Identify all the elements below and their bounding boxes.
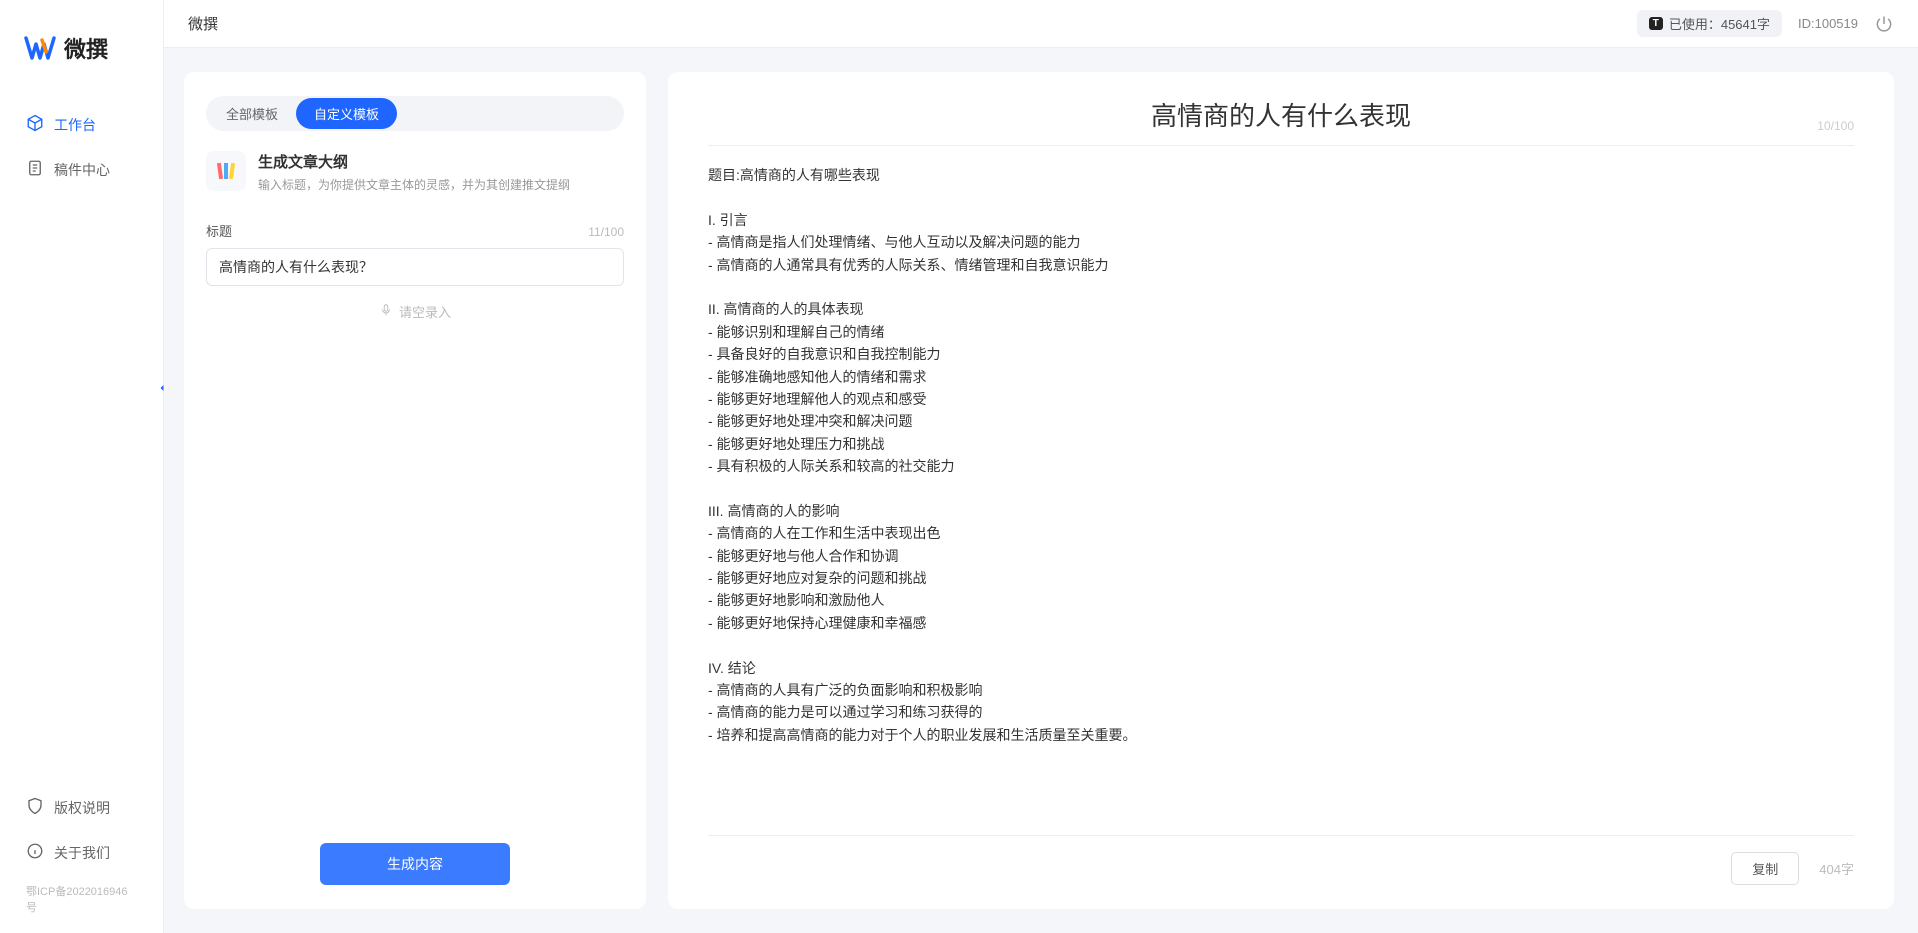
template-tabs: 全部模板 自定义模板 [206,96,624,131]
nav-item-workspace[interactable]: 工作台 [16,104,147,145]
user-id: ID:100519 [1798,16,1858,31]
nav-item-label: 工作台 [54,115,96,135]
mic-icon [379,303,393,320]
title-field-label: 标题 [206,221,232,240]
sidebar-collapse-handle[interactable] [154,376,170,400]
nav-item-about[interactable]: 关于我们 [16,832,147,873]
nav-item-drafts[interactable]: 稿件中心 [16,149,147,190]
doc-body[interactable]: 题目:高情商的人有哪些表现 I. 引言 - 高情商是指人们处理情绪、与他人互动以… [708,164,1854,819]
nav-item-label: 版权说明 [54,798,110,818]
nav-item-label: 关于我们 [54,843,110,863]
content: 全部模板 自定义模板 生成文章大纲 输入标题，为你提供文章主体的灵感，并为其创建… [164,48,1918,933]
sidebar: 微撰 工作台 稿件中心 版权说明 关于我们 鄂ICP备2022016946号 [0,0,164,933]
info-icon [26,842,44,863]
logo-text: 微撰 [64,32,108,64]
template-card: 生成文章大纲 输入标题，为你提供文章主体的灵感，并为其创建推文提纲 [206,151,624,193]
usage-label: 已使用：45641字 [1669,14,1770,33]
nav-item-copyright[interactable]: 版权说明 [16,787,147,828]
icp-text: 鄂ICP备2022016946号 [16,877,147,921]
logo: 微撰 [0,0,163,104]
doc-title-count: 10/100 [1817,119,1854,133]
tab-custom-templates[interactable]: 自定义模板 [296,98,397,129]
sidebar-bottom: 版权说明 关于我们 鄂ICP备2022016946号 [0,787,163,933]
copy-button[interactable]: 复制 [1731,852,1799,885]
doc-word-count: 404字 [1819,859,1854,878]
main: 微撰 T 已使用：45641字 ID:100519 全部模板 自定义模板 [164,0,1918,933]
tab-all-templates[interactable]: 全部模板 [208,98,296,129]
doc-icon [26,159,44,180]
generate-button[interactable]: 生成内容 [320,843,510,885]
nav: 工作台 稿件中心 [0,104,163,787]
template-desc: 输入标题，为你提供文章主体的灵感，并为其创建推文提纲 [258,176,570,193]
doc-title[interactable]: 高情商的人有什么表现 [708,96,1854,133]
right-panel: 高情商的人有什么表现 10/100 题目:高情商的人有哪些表现 I. 引言 - … [668,72,1894,909]
doc-header: 高情商的人有什么表现 10/100 [708,96,1854,146]
power-icon[interactable] [1874,14,1894,34]
left-panel: 全部模板 自定义模板 生成文章大纲 输入标题，为你提供文章主体的灵感，并为其创建… [184,72,646,909]
logo-icon [24,32,56,64]
cube-icon [26,114,44,135]
books-icon [206,151,246,191]
title-char-count: 11/100 [588,225,624,239]
topbar: 微撰 T 已使用：45641字 ID:100519 [164,0,1918,48]
usage-pill[interactable]: T 已使用：45641字 [1637,10,1782,37]
nav-item-label: 稿件中心 [54,160,110,180]
shield-icon [26,797,44,818]
template-title: 生成文章大纲 [258,151,570,172]
topbar-title: 微撰 [188,13,218,34]
doc-footer: 复制 404字 [708,835,1854,885]
title-input[interactable] [206,248,624,286]
voice-input-hint[interactable]: 请空录入 [206,302,624,321]
usage-badge: T [1649,17,1663,30]
